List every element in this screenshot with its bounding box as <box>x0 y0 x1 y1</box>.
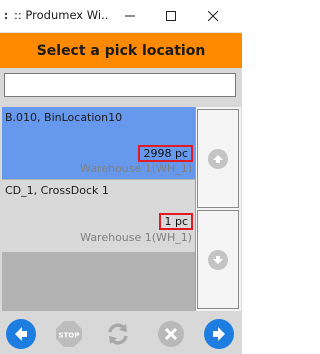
page-header: Select a pick location <box>0 33 242 68</box>
scroll-down-button[interactable] <box>197 210 239 309</box>
location-quantity: 2998 pc <box>138 145 193 162</box>
window-title: :: Produmex Wi... <box>14 8 108 22</box>
cancel-icon <box>158 321 184 347</box>
location-list: B.010, BinLocation10 2998 pc Warehouse 1… <box>2 107 195 311</box>
location-row[interactable]: CD_1, CrossDock 1 1 pc Warehouse 1(WH_1) <box>2 180 195 252</box>
page-title: Select a pick location <box>36 42 206 59</box>
stop-button[interactable]: STOP <box>52 317 86 351</box>
minimize-button[interactable] <box>113 0 147 32</box>
location-warehouse: Warehouse 1(WH_1) <box>80 162 192 175</box>
maximize-button[interactable] <box>154 0 188 32</box>
location-warehouse: Warehouse 1(WH_1) <box>80 231 192 244</box>
arrow-up-icon <box>208 148 228 169</box>
stop-label: STOP <box>59 332 80 340</box>
location-name: CD_1, CrossDock 1 <box>5 184 109 197</box>
filter-input[interactable] <box>4 73 236 97</box>
location-quantity: 1 pc <box>159 213 193 230</box>
list-area: B.010, BinLocation10 2998 pc Warehouse 1… <box>0 104 242 312</box>
scroll-column <box>195 107 241 311</box>
filter-area <box>0 68 242 104</box>
scroll-up-button[interactable] <box>197 109 239 208</box>
title-bar: :: Produmex Wi... <box>0 0 242 33</box>
minimize-icon <box>125 15 135 17</box>
maximize-icon <box>166 11 176 21</box>
next-button[interactable] <box>202 317 236 351</box>
stop-icon: STOP <box>56 321 82 347</box>
close-icon <box>208 11 218 21</box>
location-name: B.010, BinLocation10 <box>5 111 123 124</box>
arrow-right-icon <box>204 319 234 349</box>
location-row[interactable]: B.010, BinLocation10 2998 pc Warehouse 1… <box>2 107 195 179</box>
arrow-down-icon <box>208 249 228 270</box>
refresh-button[interactable] <box>101 317 135 351</box>
bottom-toolbar: STOP <box>0 312 242 354</box>
refresh-icon <box>108 323 128 345</box>
close-button[interactable] <box>196 0 230 32</box>
arrow-left-icon <box>6 319 36 349</box>
cancel-button[interactable] <box>154 317 188 351</box>
back-button[interactable] <box>4 317 38 351</box>
